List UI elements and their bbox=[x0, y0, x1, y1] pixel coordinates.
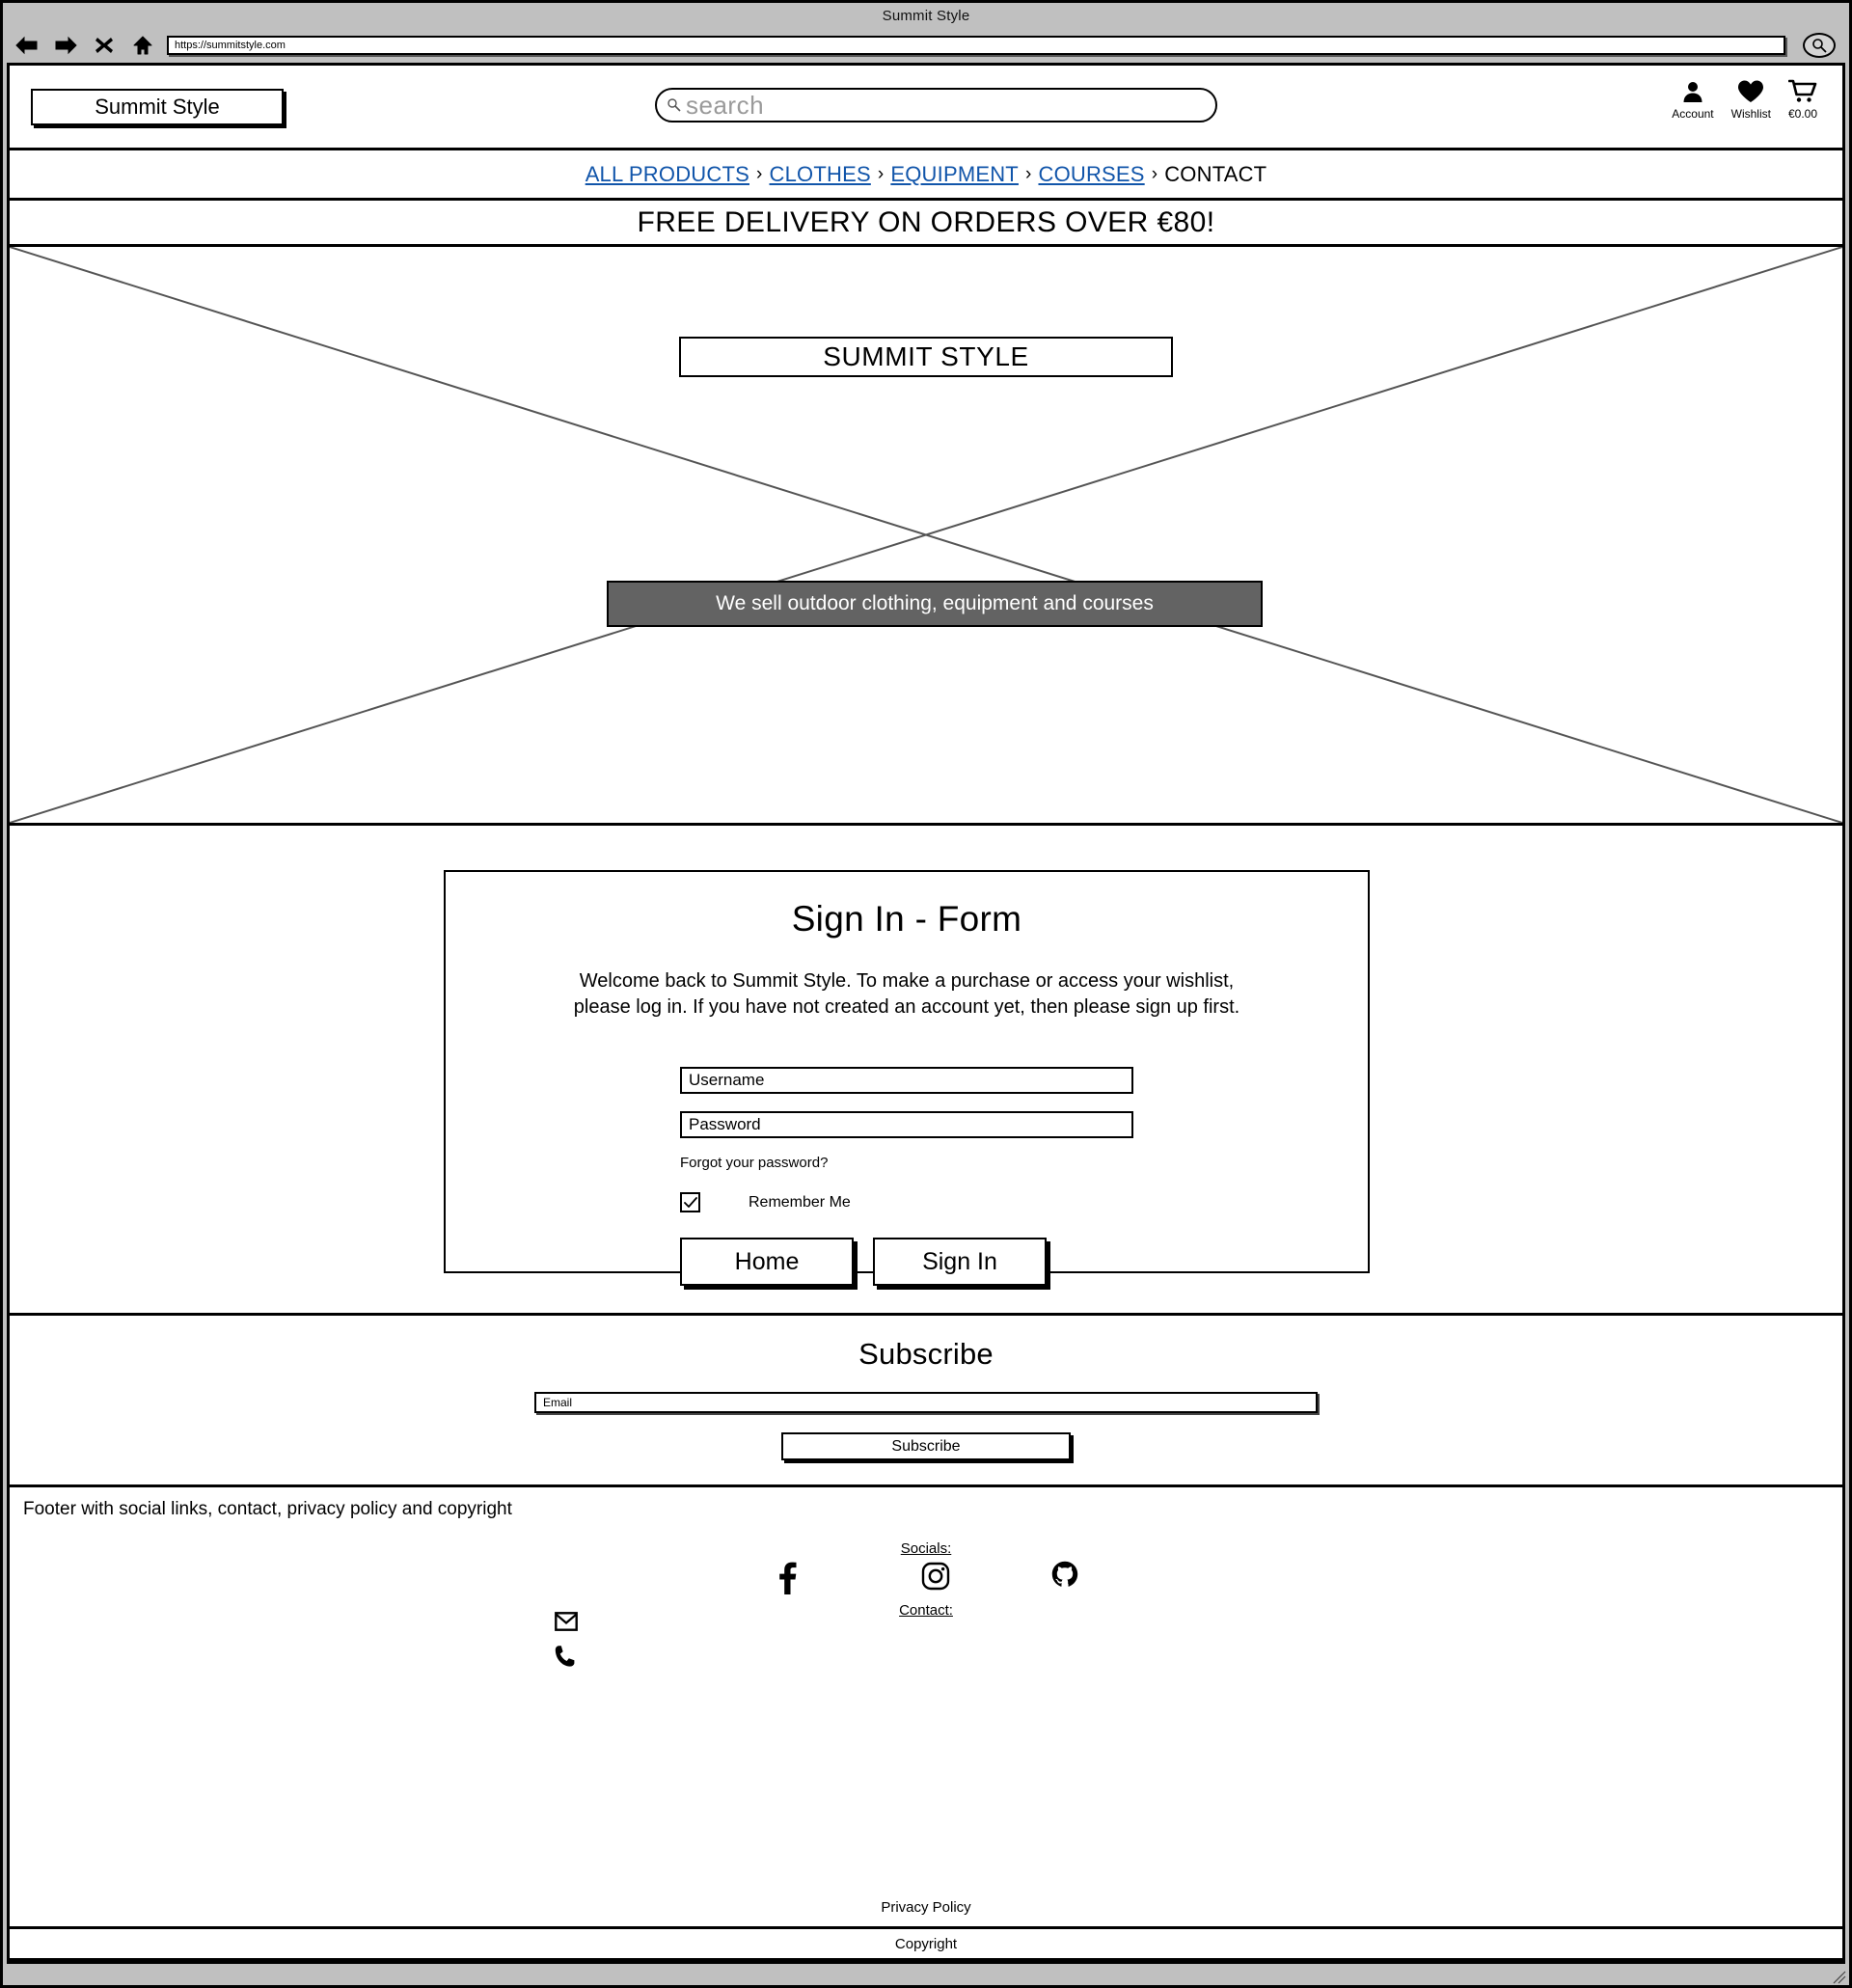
page-viewport: Summit Style search Account Wishlist €0.… bbox=[7, 63, 1845, 1964]
breadcrumb-item-contact[interactable]: CONTACT bbox=[1164, 162, 1266, 187]
instagram-icon bbox=[921, 1562, 950, 1591]
site-header: Summit Style search Account Wishlist €0.… bbox=[10, 66, 1842, 150]
breadcrumb-item-courses[interactable]: COURSES bbox=[1038, 162, 1144, 187]
remember-me-checkbox[interactable] bbox=[680, 1192, 700, 1212]
sign-in-intro-line-2: please log in. If you have not created a… bbox=[573, 996, 1240, 1018]
subscribe-title: Subscribe bbox=[858, 1337, 994, 1371]
sign-in-section: Sign In - Form Welcome back to Summit St… bbox=[10, 826, 1842, 1316]
window-title: Summit Style bbox=[882, 7, 970, 24]
browser-window: Summit Style https://summitstyle.com Sum… bbox=[0, 0, 1852, 1988]
browser-toolbar: https://summitstyle.com bbox=[3, 28, 1849, 63]
remember-me-label: Remember Me bbox=[749, 1193, 851, 1211]
footer-contact-label: Contact: bbox=[899, 1602, 953, 1619]
back-arrow-icon[interactable] bbox=[13, 33, 41, 58]
breadcrumb-nav: ALL PRODUCTS › CLOTHES › EQUIPMENT › COU… bbox=[10, 150, 1842, 201]
sign-in-buttons: Home Sign In bbox=[680, 1238, 1133, 1286]
sign-in-fields: Username Password Forgot your password? … bbox=[446, 1067, 1368, 1286]
site-logo[interactable]: Summit Style bbox=[31, 88, 284, 125]
email-envelope-icon bbox=[555, 1612, 578, 1631]
email-link[interactable] bbox=[555, 1612, 578, 1636]
username-field[interactable]: Username bbox=[680, 1067, 1133, 1094]
search-icon bbox=[667, 98, 681, 112]
cart-icon bbox=[1787, 79, 1817, 102]
home-icon[interactable] bbox=[128, 33, 157, 58]
forward-arrow-icon[interactable] bbox=[51, 33, 80, 58]
subscribe-button[interactable]: Subscribe bbox=[781, 1432, 1071, 1460]
cart-link[interactable]: €0.00 bbox=[1788, 79, 1817, 121]
breadcrumb-item-all-products[interactable]: ALL PRODUCTS bbox=[586, 162, 749, 187]
github-icon bbox=[1051, 1561, 1078, 1590]
hero-tagline: We sell outdoor clothing, equipment and … bbox=[607, 581, 1263, 627]
password-field[interactable]: Password bbox=[680, 1111, 1133, 1138]
breadcrumb-separator: › bbox=[1024, 163, 1032, 184]
breadcrumb-separator: › bbox=[1151, 163, 1158, 184]
sign-in-button[interactable]: Sign In bbox=[873, 1238, 1047, 1286]
copyright-bar: Copyright bbox=[10, 1929, 1842, 1961]
footer: Footer with social links, contact, priva… bbox=[10, 1487, 1842, 1929]
subscribe-email-field[interactable]: Email bbox=[534, 1392, 1318, 1413]
footer-socials-label: Socials: bbox=[900, 1540, 952, 1557]
hero-title: SUMMIT STYLE bbox=[679, 337, 1173, 377]
url-input[interactable]: https://summitstyle.com bbox=[167, 36, 1785, 55]
account-link[interactable]: Account bbox=[1672, 79, 1714, 121]
breadcrumb-item-equipment[interactable]: EQUIPMENT bbox=[890, 162, 1019, 187]
breadcrumb-separator: › bbox=[877, 163, 885, 184]
github-link[interactable] bbox=[1051, 1561, 1078, 1594]
footer-note: Footer with social links, contact, priva… bbox=[23, 1499, 512, 1519]
phone-link[interactable] bbox=[555, 1645, 576, 1673]
toolbar-search-button[interactable] bbox=[1803, 33, 1836, 58]
facebook-link[interactable] bbox=[776, 1562, 798, 1599]
sign-in-card: Sign In - Form Welcome back to Summit St… bbox=[444, 870, 1370, 1286]
sign-in-intro-line-1: Welcome back to Summit Style. To make a … bbox=[579, 970, 1235, 992]
window-title-bar: Summit Style bbox=[3, 3, 1849, 28]
phone-icon bbox=[555, 1646, 575, 1667]
placeholder-cross-icon bbox=[10, 247, 1842, 823]
search-container: search bbox=[655, 88, 1217, 123]
breadcrumb-item-clothes[interactable]: CLOTHES bbox=[770, 162, 871, 187]
forgot-password-link[interactable]: Forgot your password? bbox=[680, 1155, 1133, 1171]
delivery-banner-text: FREE DELIVERY ON ORDERS OVER €80! bbox=[637, 205, 1215, 238]
resize-grip-icon[interactable] bbox=[1832, 1970, 1847, 1985]
url-text: https://summitstyle.com bbox=[175, 40, 286, 51]
delivery-banner: FREE DELIVERY ON ORDERS OVER €80! bbox=[10, 201, 1842, 247]
cart-total-label: €0.00 bbox=[1787, 107, 1817, 121]
breadcrumb-separator: › bbox=[755, 163, 763, 184]
search-input[interactable]: search bbox=[655, 88, 1217, 123]
sign-in-title: Sign In - Form bbox=[791, 899, 1022, 939]
wishlist-link[interactable]: Wishlist bbox=[1731, 79, 1771, 121]
home-button[interactable]: Home bbox=[680, 1238, 854, 1286]
privacy-policy-link[interactable]: Privacy Policy bbox=[881, 1899, 970, 1916]
sign-in-intro: Welcome back to Summit Style. To make a … bbox=[574, 968, 1239, 1021]
wishlist-heart-icon bbox=[1738, 80, 1764, 102]
facebook-icon bbox=[779, 1562, 797, 1594]
subscribe-section: Subscribe Email Subscribe bbox=[10, 1316, 1842, 1487]
copyright-text: Copyright bbox=[894, 1935, 958, 1952]
instagram-link[interactable] bbox=[921, 1562, 950, 1595]
hero-image-placeholder: SUMMIT STYLE We sell outdoor clothing, e… bbox=[10, 247, 1842, 826]
wishlist-label: Wishlist bbox=[1730, 107, 1771, 121]
remember-me-row: Remember Me bbox=[680, 1192, 1133, 1212]
account-label: Account bbox=[1672, 107, 1714, 121]
browser-status-strip bbox=[3, 1968, 1849, 1985]
search-placeholder: search bbox=[686, 90, 765, 120]
stop-x-icon[interactable] bbox=[90, 33, 119, 58]
breadcrumb: ALL PRODUCTS › CLOTHES › EQUIPMENT › COU… bbox=[586, 162, 1267, 187]
header-actions: Account Wishlist €0.00 bbox=[1672, 79, 1817, 121]
checkmark-icon bbox=[683, 1196, 697, 1208]
account-person-icon bbox=[1683, 82, 1702, 102]
